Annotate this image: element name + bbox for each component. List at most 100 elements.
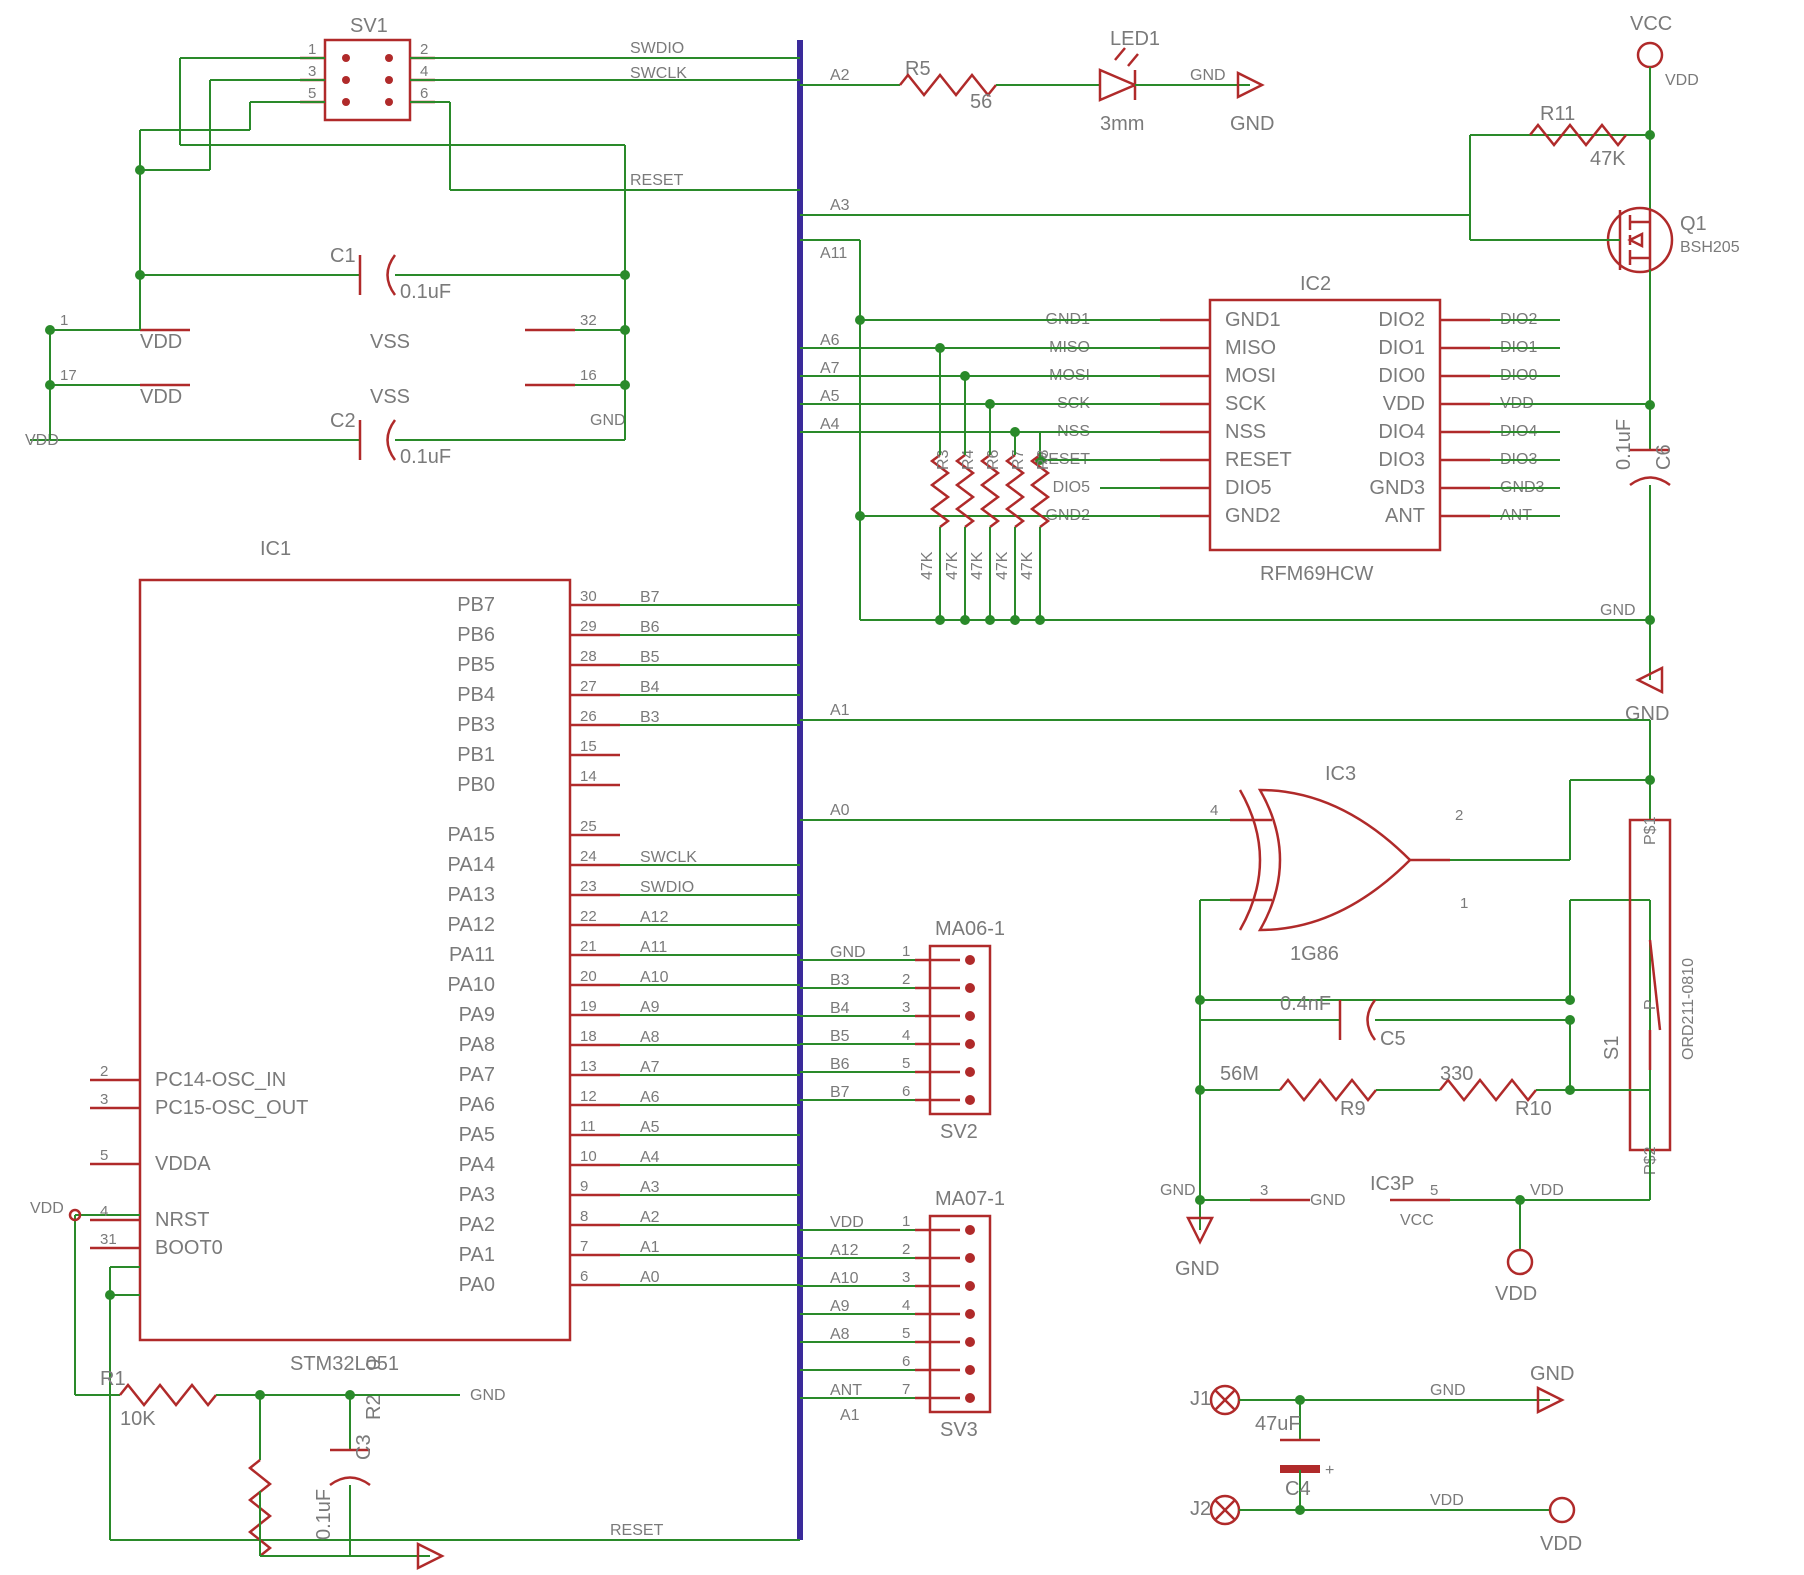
svg-text:PC14-OSC_IN: PC14-OSC_IN	[155, 1069, 286, 1091]
svg-text:32: 32	[580, 312, 597, 329]
svg-text:C3: C3	[353, 1434, 375, 1460]
svg-text:A1: A1	[830, 702, 850, 719]
q1-mosfet: Q1 BSH205	[1608, 208, 1740, 272]
svg-text:PA8: PA8	[459, 1034, 495, 1056]
svg-text:PA4: PA4	[459, 1154, 495, 1176]
svg-text:P: P	[1642, 999, 1659, 1010]
svg-text:R10: R10	[1515, 1098, 1552, 1120]
svg-text:26: 26	[580, 708, 597, 725]
svg-text:SV1: SV1	[350, 15, 388, 37]
rc-network: 0.4nF C5 56M R9 330 R10 GND GND GND 3 IC…	[1160, 993, 1650, 1305]
svg-text:PA14: PA14	[448, 854, 495, 876]
svg-text:MA06-1: MA06-1	[935, 918, 1005, 940]
j1-pad: J1	[1190, 1386, 1239, 1414]
svg-text:A3: A3	[830, 197, 850, 214]
svg-text:7: 7	[902, 1381, 910, 1398]
svg-text:0: 0	[363, 1359, 385, 1370]
svg-text:330: 330	[1440, 1063, 1473, 1085]
svg-text:A5: A5	[820, 388, 840, 405]
svg-text:VDD: VDD	[1665, 72, 1699, 89]
svg-text:R2: R2	[363, 1394, 385, 1420]
svg-text:VDD: VDD	[25, 432, 59, 449]
svg-text:PB4: PB4	[457, 684, 495, 706]
svg-text:R3: R3	[935, 449, 952, 470]
svg-text:BSH205: BSH205	[1680, 239, 1740, 256]
svg-text:11: 11	[580, 1118, 596, 1135]
svg-text:5: 5	[308, 85, 316, 102]
svg-text:R1: R1	[100, 1368, 126, 1390]
svg-text:NRST: NRST	[155, 1209, 209, 1231]
svg-text:SWCLK: SWCLK	[630, 65, 687, 82]
svg-text:4: 4	[100, 1203, 108, 1220]
c4-capacitor: + 47uF C4	[1255, 1395, 1334, 1515]
svg-text:A2: A2	[640, 1209, 660, 1226]
svg-text:3: 3	[902, 1269, 910, 1286]
svg-text:PA7: PA7	[459, 1064, 495, 1086]
svg-text:47K: 47K	[994, 551, 1011, 580]
svg-text:B3: B3	[640, 709, 660, 726]
svg-text:2: 2	[902, 971, 910, 988]
svg-text:IC3P: IC3P	[1370, 1173, 1414, 1195]
svg-text:PA11: PA11	[449, 944, 495, 966]
svg-text:SWDIO: SWDIO	[640, 879, 694, 896]
svg-text:GND: GND	[470, 1387, 506, 1404]
boot-reset-net: R1 10K R2 0 C3 0.1uF GND GND RESE	[30, 1200, 800, 1575]
svg-text:GND: GND	[1175, 1258, 1219, 1280]
svg-text:A0: A0	[830, 802, 850, 819]
svg-text:GND2: GND2	[1225, 505, 1281, 527]
sv1-wires: SWDIO SWCLK RESET	[135, 40, 800, 280]
svg-text:GND1: GND1	[1225, 309, 1281, 331]
svg-text:GND: GND	[590, 412, 626, 429]
svg-text:28: 28	[580, 648, 597, 665]
j2-pad: J2	[1190, 1496, 1239, 1524]
svg-text:MISO: MISO	[1225, 337, 1276, 359]
svg-text:J1: J1	[1190, 1388, 1211, 1410]
svg-text:6: 6	[902, 1083, 910, 1100]
svg-text:PB6: PB6	[457, 624, 495, 646]
svg-text:PA6: PA6	[459, 1094, 495, 1116]
svg-text:6: 6	[902, 1353, 910, 1370]
svg-text:C2: C2	[330, 410, 356, 432]
svg-text:A9: A9	[640, 999, 660, 1016]
svg-text:PA3: PA3	[459, 1184, 495, 1206]
svg-text:GND: GND	[1600, 602, 1636, 619]
svg-text:MOSI: MOSI	[1225, 365, 1276, 387]
r11-resistor: R11 47K	[1530, 103, 1626, 170]
svg-text:R7: R7	[1010, 449, 1027, 470]
svg-text:A7: A7	[820, 360, 840, 377]
svg-text:GND: GND	[1430, 1382, 1466, 1399]
svg-text:A11: A11	[640, 939, 667, 956]
led1-icon: LED1 3mm	[1100, 28, 1160, 135]
svg-text:47K: 47K	[944, 551, 961, 580]
svg-text:BOOT0: BOOT0	[155, 1237, 223, 1259]
svg-text:B6: B6	[830, 1056, 850, 1073]
svg-text:A6: A6	[640, 1089, 660, 1106]
svg-text:S1: S1	[1601, 1036, 1623, 1060]
svg-text:ANT: ANT	[1385, 505, 1425, 527]
svg-text:B7: B7	[830, 1084, 850, 1101]
svg-text:23: 23	[580, 878, 597, 895]
svg-text:A8: A8	[640, 1029, 660, 1046]
svg-text:GND: GND	[1625, 703, 1669, 725]
svg-text:B4: B4	[640, 679, 660, 696]
svg-text:RESET: RESET	[630, 172, 684, 189]
led-branch: A2 R5 56 LED1 3mm GND GND	[800, 28, 1274, 135]
schematic-canvas: IC1 STM32L051 SV1 123456 C1 0.1uF C2 0.1…	[0, 0, 1804, 1575]
svg-text:VDD: VDD	[1383, 393, 1425, 415]
svg-text:6: 6	[420, 85, 428, 102]
svg-text:DIO2: DIO2	[1378, 309, 1425, 331]
sv2-header: MA06-11GND2B33B44B55B66B7SV2	[800, 918, 1005, 1143]
svg-text:A1: A1	[640, 1239, 660, 1256]
svg-text:PA5: PA5	[459, 1124, 495, 1146]
svg-text:SV2: SV2	[940, 1121, 978, 1143]
svg-text:PB0: PB0	[457, 774, 495, 796]
svg-text:B3: B3	[830, 972, 850, 989]
svg-text:18: 18	[580, 1028, 597, 1045]
svg-text:3: 3	[308, 63, 316, 80]
svg-text:5: 5	[902, 1055, 910, 1072]
svg-text:DIO5: DIO5	[1225, 477, 1272, 499]
svg-text:A12: A12	[830, 1242, 859, 1259]
svg-text:VDD: VDD	[830, 1214, 864, 1231]
svg-text:A11: A11	[820, 245, 847, 262]
svg-text:SCK: SCK	[1225, 393, 1267, 415]
